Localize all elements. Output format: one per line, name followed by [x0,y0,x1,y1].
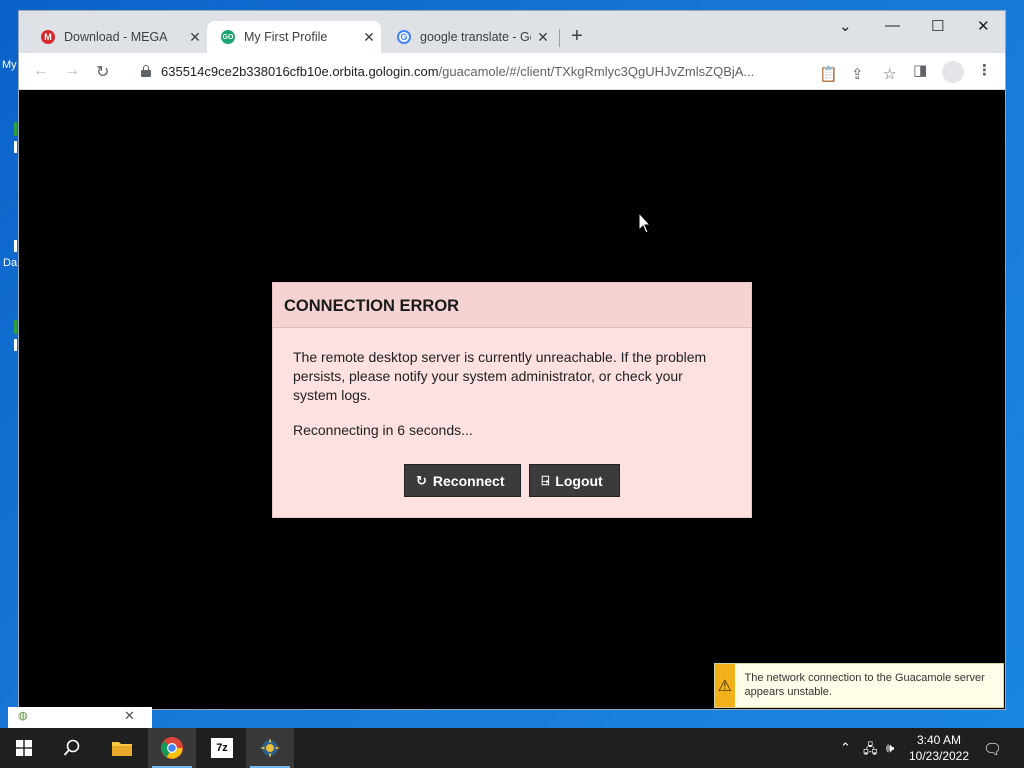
dialog-title: CONNECTION ERROR [273,283,751,328]
orbita-icon [260,738,280,758]
folder-icon [112,742,132,756]
back-button[interactable]: ← [33,62,49,80]
desktop-icon-fragment [14,122,17,136]
logout-label: Logout [555,472,603,489]
connection-error-dialog: CONNECTION ERROR The remote desktop serv… [272,282,752,518]
dialog-message: The remote desktop server is currently u… [293,349,707,403]
7zip-taskbar-button[interactable]: 7z [198,728,246,768]
7zip-icon: 7z [211,738,233,758]
mouse-cursor-icon [638,212,652,234]
close-icon[interactable]: ✕ [531,29,555,46]
search-button[interactable] [48,728,96,768]
address-bar[interactable]: 635514c9ce2b338016cfb10e.orbita.gologin.… [129,57,896,86]
close-window-button[interactable]: ✕ [977,17,990,35]
file-explorer-button[interactable] [98,728,146,768]
url-text[interactable]: 635514c9ce2b338016cfb10e.orbita.gologin.… [161,64,791,79]
volume-icon[interactable]: 🕪 [886,740,894,756]
notifications-icon[interactable]: 🗨 [983,740,1002,758]
chrome-taskbar-button[interactable] [148,728,196,768]
system-clock[interactable]: 3:40 AM 10/23/2022 [904,732,974,764]
network-icon[interactable]: 🖧 [863,740,878,762]
side-panel-icon[interactable]: ◨ [913,61,927,79]
share-icon[interactable]: ⇪ [851,65,864,83]
reconnect-countdown: Reconnecting in 6 seconds... [293,422,473,438]
clipboard-icon[interactable]: 📋 [819,65,838,83]
tab-mega[interactable]: M Download - MEGA ✕ [27,21,207,53]
bookmark-star-icon[interactable]: ☆ [883,65,896,83]
close-icon[interactable]: ✕ [124,708,135,724]
notification-text: The network connection to the Guacamole … [744,672,985,698]
new-tab-button[interactable]: + [571,25,583,48]
google-icon: G [397,30,411,44]
minimize-button[interactable]: — [885,17,900,34]
tab-title: My First Profile [244,30,328,44]
reload-button[interactable]: ↻ [96,62,109,82]
browser-toolbar: ← → ↻ 635514c9ce2b338016cfb10e.orbita.go… [19,53,1005,90]
warning-icon: ⚠ [715,664,735,707]
close-icon[interactable]: ✕ [357,29,381,46]
menu-icon[interactable]: ⋮ [977,61,992,79]
tab-my-first-profile[interactable]: GO My First Profile ✕ [207,21,381,53]
desktop-icon-label[interactable]: My [2,59,17,71]
show-hidden-icons-button[interactable]: ⌃ [840,740,851,756]
search-icon [63,739,80,756]
mega-icon: M [41,30,55,44]
tab-title: Download - MEGA [64,30,168,44]
desktop-icon-fragment [14,240,17,252]
clock-date: 10/23/2022 [908,749,970,763]
network-warning-notification: ⚠ The network connection to the Guacamol… [714,663,1004,708]
lock-icon[interactable] [141,65,151,77]
forward-button[interactable]: → [64,62,80,80]
tab-separator [559,29,560,47]
windows-icon [16,740,32,756]
taskbar-thumbnail-preview[interactable]: ◍ ✕ [8,707,152,728]
profile-avatar-button[interactable] [942,61,964,83]
start-button[interactable] [0,728,48,768]
gologin-icon: GO [221,30,235,44]
url-domain: 635514c9ce2b338016cfb10e.orbita.gologin.… [161,64,439,79]
refresh-icon: ↻ [416,472,427,488]
desktop-icon-label[interactable]: Da [3,257,17,269]
tab-search-button[interactable]: ⌄ [839,17,852,35]
close-icon[interactable]: ✕ [183,29,207,46]
reconnect-button[interactable]: ↻ Reconnect [404,464,522,497]
tab-title: google translate - Go [420,30,531,44]
clock-time: 3:40 AM [916,733,962,747]
chrome-icon [161,737,183,759]
orbita-taskbar-button[interactable] [246,728,294,768]
url-path: /guacamole/#/client/TXkgRmlyc3QgUHJvZmls… [438,64,755,79]
logout-button[interactable]: ⍈ Logout [529,464,620,497]
reconnect-label: Reconnect [432,472,505,489]
taskbar: 7z ⌃ 🖧 🕪 3:40 AM 10/23/2022 🗨 [0,728,1024,768]
desktop-icon-fragment [14,141,17,153]
logout-icon: ⍈ [541,472,550,488]
app-icon: ◍ [18,710,28,722]
tab-strip: M Download - MEGA ✕ GO My First Profile … [19,11,1005,53]
tab-google-translate[interactable]: G google translate - Go ✕ [383,21,555,53]
desktop-icon-fragment [14,339,17,351]
maximize-button[interactable]: ☐ [931,17,944,35]
desktop-icon-fragment [14,320,17,334]
